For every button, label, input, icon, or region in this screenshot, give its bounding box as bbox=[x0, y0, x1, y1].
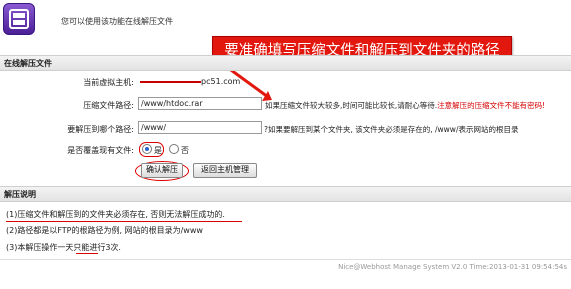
overwrite-no-radio[interactable] bbox=[169, 144, 179, 154]
target-path-label: 要解压到哪个路径: bbox=[67, 125, 134, 134]
confirm-extract-button[interactable]: 确认解压 bbox=[141, 163, 183, 178]
note-3-underline bbox=[76, 253, 98, 254]
target-path-input[interactable] bbox=[138, 121, 262, 134]
notes-section-title: 解压说明 bbox=[4, 190, 36, 199]
footer-text: Nice@Webhost Manage System V2.0 Time:201… bbox=[338, 263, 567, 271]
note-item-2: (2)路径都是以FTP的根路径为例, 网站的根目录为/www bbox=[6, 226, 203, 235]
host-value: pc51.com bbox=[140, 77, 240, 86]
overwrite-yes-label: 是 bbox=[154, 146, 162, 155]
note-item-3: (3)本解压操作一天只能进行3次. bbox=[6, 243, 121, 252]
page-footer: Nice@Webhost Manage System V2.0 Time:201… bbox=[0, 259, 571, 289]
note-item-1: (1)压缩文件和解压到的文件夹必须存在, 否则无法解压成功的. bbox=[6, 210, 225, 219]
form-section-header: 在线解压文件 bbox=[0, 55, 571, 71]
note-1-underline bbox=[6, 221, 242, 222]
back-to-host-button[interactable]: 返回主机管理 bbox=[193, 163, 257, 178]
target-path-hint: ?如果要解压到某个文件夹, 该文件夹必须是存在的, /www/表示网站的根目录 bbox=[264, 125, 519, 134]
host-domain: pc51.com bbox=[201, 77, 241, 86]
overwrite-no-label: 否 bbox=[181, 146, 189, 155]
notes-section-header: 解压说明 bbox=[0, 186, 571, 202]
overwrite-yes-radio[interactable] bbox=[142, 144, 152, 154]
host-label: 当前虚拟主机: bbox=[83, 78, 134, 87]
archive-path-label: 压缩文件路径: bbox=[83, 101, 134, 110]
archive-path-hint: 如果压缩文件较大较多,时间可能比较长,请耐心等待.注意解压的压缩文件不能有密码! bbox=[265, 101, 546, 110]
form-section-title: 在线解压文件 bbox=[4, 59, 52, 68]
archive-path-input[interactable] bbox=[138, 97, 262, 110]
overwrite-label: 是否覆盖现有文件: bbox=[67, 146, 134, 155]
